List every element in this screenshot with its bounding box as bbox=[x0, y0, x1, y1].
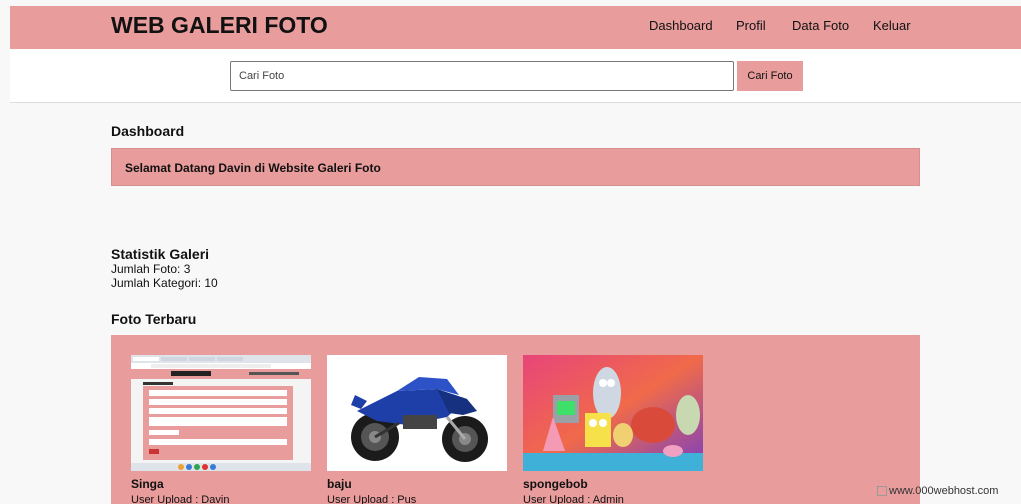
photo-thumbnail[interactable] bbox=[327, 355, 507, 471]
broken-image-icon bbox=[877, 486, 887, 497]
latest-photos-title: Foto Terbaru bbox=[111, 311, 197, 327]
welcome-banner: Selamat Datang Davin di Website Galeri F… bbox=[111, 148, 920, 186]
nav-keluar[interactable]: Keluar bbox=[873, 18, 911, 33]
photo-thumbnail[interactable] bbox=[523, 355, 703, 471]
brand-title: WEB GALERI FOTO bbox=[111, 12, 328, 38]
photo-title: baju bbox=[327, 477, 352, 491]
spongebob-image bbox=[523, 355, 703, 471]
stats-title: Statistik Galeri bbox=[111, 246, 210, 262]
photo-card[interactable]: Singa User Upload : Davin bbox=[131, 355, 311, 504]
host-watermark[interactable]: www.000webhost.com bbox=[877, 485, 998, 497]
screenshot-thumbnail-image bbox=[131, 355, 311, 471]
stat-total-categories: Jumlah Kategori: 10 bbox=[111, 276, 218, 290]
welcome-text: Selamat Datang Davin di Website Galeri F… bbox=[125, 161, 381, 175]
latest-photos-panel: Singa User Upload : Davin baju User Uplo… bbox=[111, 335, 920, 504]
nav-profil[interactable]: Profil bbox=[736, 18, 766, 33]
nav-data-foto[interactable]: Data Foto bbox=[792, 18, 849, 33]
photo-uploader: User Upload : Pus bbox=[327, 494, 417, 504]
stat-total-photos: Jumlah Foto: 3 bbox=[111, 262, 191, 276]
photo-card[interactable]: spongebob User Upload : Admin bbox=[523, 355, 703, 504]
search-bar: Cari Foto bbox=[10, 49, 1021, 103]
motorcycle-image bbox=[327, 355, 507, 471]
photo-uploader: User Upload : Admin bbox=[523, 494, 624, 504]
photo-title: Singa bbox=[131, 477, 164, 491]
watermark-text: www.000webhost.com bbox=[889, 485, 999, 497]
search-button[interactable]: Cari Foto bbox=[737, 61, 803, 91]
photo-uploader: User Upload : Davin bbox=[131, 494, 230, 504]
photo-title: spongebob bbox=[523, 477, 588, 491]
photo-card[interactable]: baju User Upload : Pus bbox=[327, 355, 507, 504]
top-navbar: WEB GALERI FOTO Dashboard Profil Data Fo… bbox=[10, 6, 1021, 49]
nav-dashboard[interactable]: Dashboard bbox=[649, 18, 713, 33]
page-title: Dashboard bbox=[111, 123, 185, 139]
search-input[interactable] bbox=[230, 61, 734, 91]
photo-thumbnail[interactable] bbox=[131, 355, 311, 471]
